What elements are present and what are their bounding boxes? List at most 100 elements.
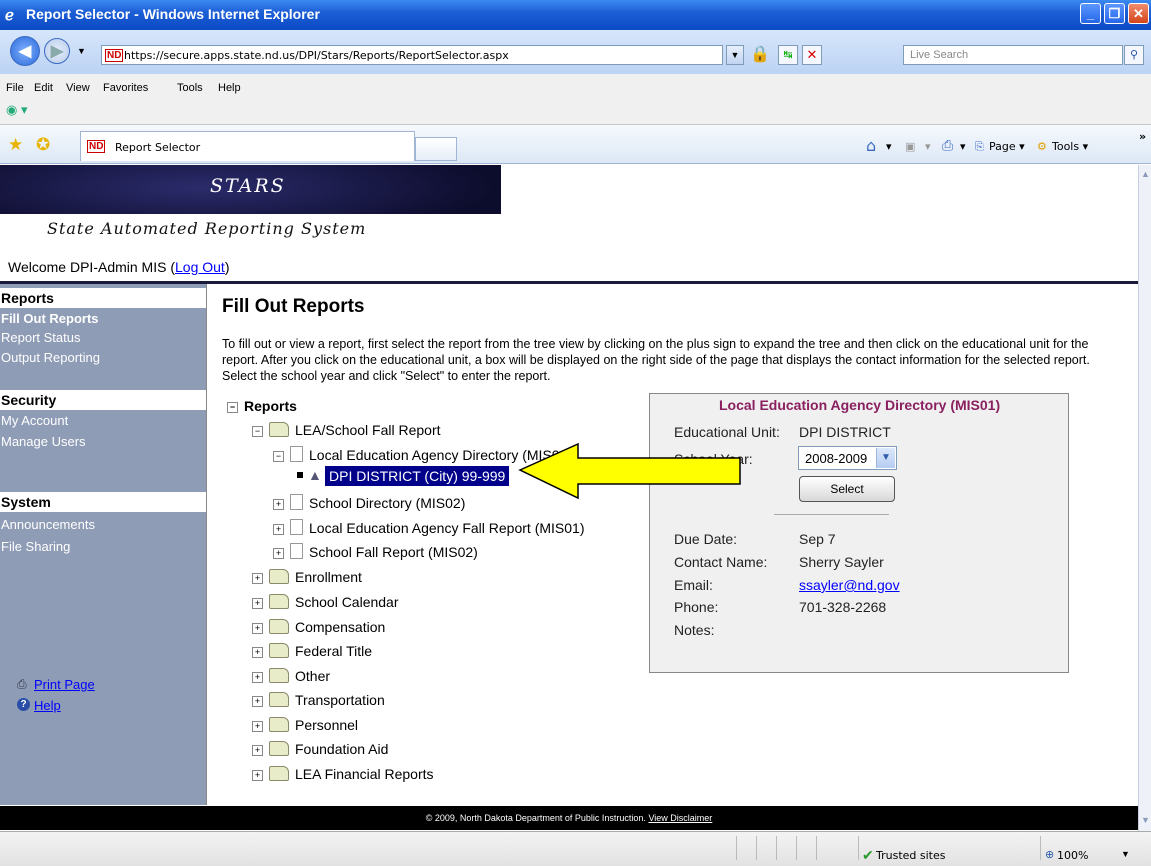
- feeds-dropdown-icon[interactable]: ▾: [925, 140, 931, 153]
- lock-icon[interactable]: 🔒: [750, 44, 770, 64]
- close-button[interactable]: ✕: [1128, 3, 1149, 24]
- sidebar-item-output-reporting[interactable]: Output Reporting: [0, 348, 100, 368]
- feeds-icon[interactable]: ▣: [905, 140, 915, 153]
- expand-icon[interactable]: +: [252, 696, 263, 707]
- expand-icon[interactable]: +: [252, 647, 263, 658]
- home-dropdown-icon[interactable]: ▾: [886, 140, 892, 153]
- sidebar-item-file-sharing[interactable]: File Sharing: [0, 537, 70, 557]
- select-button[interactable]: Select: [799, 476, 895, 502]
- sidebar-item-my-account[interactable]: My Account: [0, 411, 68, 431]
- welcome-close: ): [224, 259, 230, 275]
- stop-icon[interactable]: ✕: [802, 45, 822, 65]
- home-icon[interactable]: ⌂: [866, 136, 876, 155]
- expand-icon[interactable]: +: [252, 598, 263, 609]
- email-link[interactable]: ssayler@nd.gov: [799, 577, 900, 593]
- tree-folder-enrollment[interactable]: + Enrollment: [252, 569, 362, 585]
- school-year-select[interactable]: 2008-2009 ▼: [798, 446, 897, 470]
- address-dropdown-icon[interactable]: ▼: [726, 45, 744, 65]
- address-field[interactable]: ND https://secure.apps.state.nd.us/DPI/S…: [101, 45, 723, 65]
- chevron-more-icon[interactable]: »: [1139, 130, 1146, 143]
- sidebar-item-report-status[interactable]: Report Status: [0, 328, 81, 348]
- back-icon[interactable]: ◀: [10, 36, 40, 66]
- folder-icon: [269, 741, 289, 756]
- collapse-icon[interactable]: −: [273, 451, 284, 462]
- menu-file[interactable]: File: [6, 82, 24, 94]
- security-zone[interactable]: Trusted sites: [876, 849, 946, 862]
- vertical-scrollbar[interactable]: ▲ ▼: [1138, 165, 1151, 831]
- zoom-level[interactable]: 100%: [1057, 849, 1088, 862]
- scroll-up-icon[interactable]: ▲: [1141, 169, 1150, 179]
- checkmark-icon: ✔: [862, 847, 874, 863]
- tree-folder-school-calendar[interactable]: + School Calendar: [252, 594, 399, 610]
- tree-folder-label: School Calendar: [295, 594, 399, 610]
- favorites-star-icon[interactable]: ★: [8, 135, 23, 155]
- search-input[interactable]: Live Search: [903, 45, 1123, 65]
- history-dropdown-icon[interactable]: ▼: [77, 46, 86, 56]
- expand-icon[interactable]: +: [252, 745, 263, 756]
- menu-help[interactable]: Help: [218, 82, 241, 94]
- collapse-icon[interactable]: −: [252, 426, 263, 437]
- tree-lea-fall-report[interactable]: + Local Education Agency Fall Report (MIS…: [273, 519, 584, 536]
- banner-title: STARS: [210, 175, 286, 197]
- expand-icon[interactable]: +: [273, 499, 284, 510]
- collapse-icon[interactable]: −: [227, 402, 238, 413]
- sidebar-item-announcements[interactable]: Announcements: [0, 515, 95, 535]
- expand-icon[interactable]: +: [252, 721, 263, 732]
- scroll-down-icon[interactable]: ▼: [1141, 815, 1150, 825]
- print-page-link[interactable]: Print Page: [34, 677, 95, 692]
- view-disclaimer-link[interactable]: View Disclaimer: [648, 813, 712, 823]
- tree-selected-district[interactable]: DPI DISTRICT (City) 99-999: [325, 466, 510, 486]
- menu-tools[interactable]: Tools: [177, 82, 203, 94]
- tree-school-directory[interactable]: + School Directory (MIS02): [273, 494, 465, 511]
- help-icon: ?: [17, 698, 30, 711]
- tree-folder-label: Compensation: [295, 619, 386, 635]
- expand-icon[interactable]: +: [252, 623, 263, 634]
- tree-school-fall-report[interactable]: + School Fall Report (MIS02): [273, 543, 478, 560]
- menu-favorites[interactable]: Favorites: [103, 82, 148, 94]
- status-bar: [0, 831, 1151, 866]
- forward-icon[interactable]: ▶: [44, 38, 70, 64]
- zoom-dropdown-icon[interactable]: ▼: [1121, 849, 1130, 859]
- help-link[interactable]: Help: [34, 698, 61, 713]
- expand-icon[interactable]: +: [252, 573, 263, 584]
- page-menu[interactable]: Page ▾: [989, 140, 1025, 153]
- tree-lea-fall-report-label: Local Education Agency Fall Report (MIS0…: [309, 520, 585, 536]
- add-favorites-icon[interactable]: ✪: [36, 135, 50, 155]
- menu-edit[interactable]: Edit: [34, 82, 53, 94]
- print-icon[interactable]: ⎙: [942, 138, 953, 154]
- tools-gear-icon[interactable]: ⚙: [1037, 140, 1047, 153]
- tree-folder-compensation[interactable]: + Compensation: [252, 619, 385, 635]
- links-icon[interactable]: ◉ ▾: [6, 102, 27, 118]
- tree-folder-lea-financial[interactable]: + LEA Financial Reports: [252, 766, 434, 782]
- sidebar: Reports Fill Out Reports Report Status O…: [0, 284, 206, 805]
- expand-icon[interactable]: +: [273, 524, 284, 535]
- sidebar-item-fill-out-reports[interactable]: Fill Out Reports: [0, 309, 99, 329]
- page-icon[interactable]: ⎘: [975, 140, 984, 154]
- sidebar-item-manage-users[interactable]: Manage Users: [0, 432, 86, 452]
- new-tab-button[interactable]: [415, 137, 457, 161]
- tree-school-fall-report-label: School Fall Report (MIS02): [309, 544, 478, 560]
- refresh-icon[interactable]: ↹: [778, 45, 798, 65]
- logout-link[interactable]: Log Out: [175, 259, 225, 275]
- tree-folder-personnel[interactable]: + Personnel: [252, 717, 358, 733]
- tools-menu[interactable]: Tools ▾: [1052, 140, 1088, 153]
- tree-root[interactable]: − Reports: [227, 398, 297, 414]
- welcome-text: Welcome DPI-Admin MIS (: [8, 259, 175, 275]
- folder-icon: [269, 569, 289, 584]
- minimize-button[interactable]: _: [1080, 3, 1101, 24]
- tree-folder-transportation[interactable]: + Transportation: [252, 692, 385, 708]
- tree-lea-school-fall[interactable]: − LEA/School Fall Report: [252, 422, 441, 438]
- search-icon[interactable]: ⚲: [1124, 45, 1144, 65]
- chevron-down-icon[interactable]: ▼: [876, 448, 895, 468]
- tree-folder-foundation-aid[interactable]: + Foundation Aid: [252, 741, 388, 757]
- expand-icon[interactable]: +: [252, 672, 263, 683]
- maximize-button[interactable]: ❐: [1104, 3, 1125, 24]
- tab-report-selector[interactable]: ND Report Selector: [80, 131, 415, 161]
- tree-folder-other[interactable]: + Other: [252, 668, 330, 684]
- tree-folder-label: Transportation: [295, 692, 385, 708]
- expand-icon[interactable]: +: [273, 548, 284, 559]
- expand-icon[interactable]: +: [252, 770, 263, 781]
- menu-view[interactable]: View: [66, 82, 90, 94]
- print-dropdown-icon[interactable]: ▾: [960, 140, 966, 153]
- tree-folder-federal-title[interactable]: + Federal Title: [252, 643, 372, 659]
